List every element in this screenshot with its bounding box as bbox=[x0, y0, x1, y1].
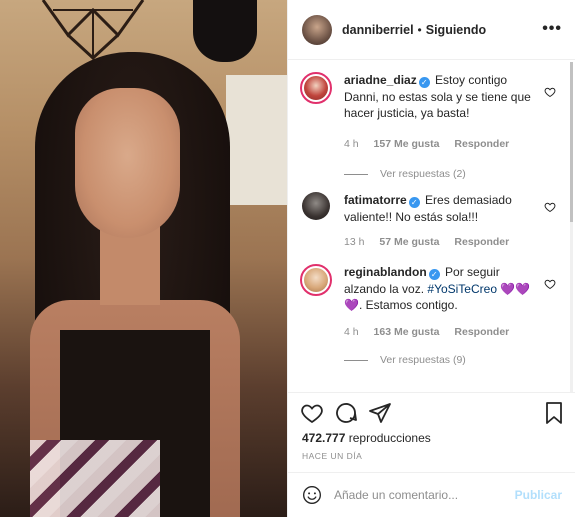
comment-time: 4 h bbox=[344, 138, 359, 150]
view-replies-button[interactable]: Ver respuestas (2) bbox=[344, 168, 466, 180]
video-player[interactable] bbox=[0, 0, 287, 517]
post-actions: 472.777 reproducciones HACE UN DÍA bbox=[288, 392, 575, 461]
comment-meta: 4 h 163 Me gusta Responder bbox=[344, 326, 521, 338]
publish-button[interactable]: Publicar bbox=[515, 488, 562, 502]
comment-likes[interactable]: 57 Me gusta bbox=[379, 236, 439, 248]
replies-divider bbox=[344, 173, 368, 175]
add-comment-bar: Publicar bbox=[288, 472, 575, 517]
hashtag-link[interactable]: #YoSiTeCreo bbox=[427, 282, 497, 296]
comments-list[interactable]: ariadne_diaz ✓ Estoy contigo Danni, no es… bbox=[288, 62, 575, 392]
comment-time: 13 h bbox=[344, 236, 365, 248]
comment-time: 4 h bbox=[344, 326, 359, 338]
commenter-avatar[interactable] bbox=[302, 192, 330, 220]
post-header: danniberriel • Siguiendo ••• bbox=[288, 0, 575, 60]
commenter-username[interactable]: ariadne_diaz bbox=[344, 73, 417, 87]
comment-input[interactable] bbox=[334, 488, 504, 502]
emoji-smiley-icon[interactable] bbox=[302, 485, 322, 505]
comment-likes[interactable]: 157 Me gusta bbox=[374, 138, 440, 150]
commenter-username[interactable]: reginablandon bbox=[344, 265, 427, 279]
post-timestamp[interactable]: HACE UN DÍA bbox=[302, 451, 362, 461]
verified-badge-icon: ✓ bbox=[418, 77, 430, 88]
commenter-avatar[interactable] bbox=[300, 264, 332, 296]
reply-button[interactable]: Responder bbox=[454, 326, 509, 338]
views-count[interactable]: 472.777 reproducciones bbox=[302, 431, 431, 445]
comments-scrollbar[interactable] bbox=[570, 62, 573, 392]
comment-meta: 4 h 157 Me gusta Responder bbox=[344, 138, 521, 150]
like-heart-icon[interactable] bbox=[300, 401, 324, 425]
reply-button[interactable]: Responder bbox=[454, 138, 509, 150]
comment-text: ariadne_diaz ✓ Estoy contigo Danni, no es… bbox=[344, 72, 534, 122]
following-button[interactable]: Siguiendo bbox=[426, 23, 486, 37]
verified-badge-icon: ✓ bbox=[408, 197, 420, 208]
background-shelf bbox=[226, 75, 287, 205]
verified-badge-icon: ✓ bbox=[428, 269, 440, 280]
more-options-icon[interactable]: ••• bbox=[542, 20, 562, 38]
like-comment-heart-icon[interactable] bbox=[544, 278, 556, 290]
purple-heart-emoji: 💜 bbox=[344, 298, 359, 312]
person-face bbox=[75, 88, 180, 238]
view-replies-label[interactable]: Ver respuestas (2) bbox=[380, 168, 466, 180]
like-comment-heart-icon[interactable] bbox=[544, 86, 556, 98]
commenter-username[interactable]: fatimatorre bbox=[344, 193, 407, 207]
background-hat bbox=[193, 0, 257, 62]
views-number: 472.777 bbox=[302, 431, 346, 445]
views-label: reproducciones bbox=[348, 431, 431, 445]
comment-text: reginablandon ✓ Por seguir alzando la voz… bbox=[344, 264, 534, 314]
comment-bubble-icon[interactable] bbox=[334, 401, 358, 425]
share-paper-plane-icon[interactable] bbox=[368, 401, 392, 425]
reply-button[interactable]: Responder bbox=[454, 236, 509, 248]
view-replies-label[interactable]: Ver respuestas (9) bbox=[380, 354, 466, 366]
comment-content-end: . Estamos contigo. bbox=[358, 298, 458, 312]
header-separator: • bbox=[417, 22, 422, 37]
purple-heart-emoji: 💜💜 bbox=[497, 281, 531, 296]
author-username[interactable]: danniberriel bbox=[342, 23, 414, 37]
replies-divider bbox=[344, 359, 368, 361]
comment-text: fatimatorre ✓ Eres demasiado valiente!! N… bbox=[344, 192, 534, 225]
author-avatar[interactable] bbox=[302, 14, 332, 45]
comment-likes[interactable]: 163 Me gusta bbox=[374, 326, 440, 338]
action-icons bbox=[300, 401, 570, 425]
foreground-fabric bbox=[30, 440, 160, 517]
post-side-panel: danniberriel • Siguiendo ••• ariadne_dia… bbox=[287, 0, 575, 517]
save-bookmark-icon[interactable] bbox=[542, 401, 566, 425]
comment-meta: 13 h 57 Me gusta Responder bbox=[344, 236, 521, 248]
commenter-avatar[interactable] bbox=[300, 72, 332, 104]
view-replies-button[interactable]: Ver respuestas (9) bbox=[344, 354, 466, 366]
wall-art-decoration bbox=[41, 0, 145, 60]
like-comment-heart-icon[interactable] bbox=[544, 201, 556, 213]
